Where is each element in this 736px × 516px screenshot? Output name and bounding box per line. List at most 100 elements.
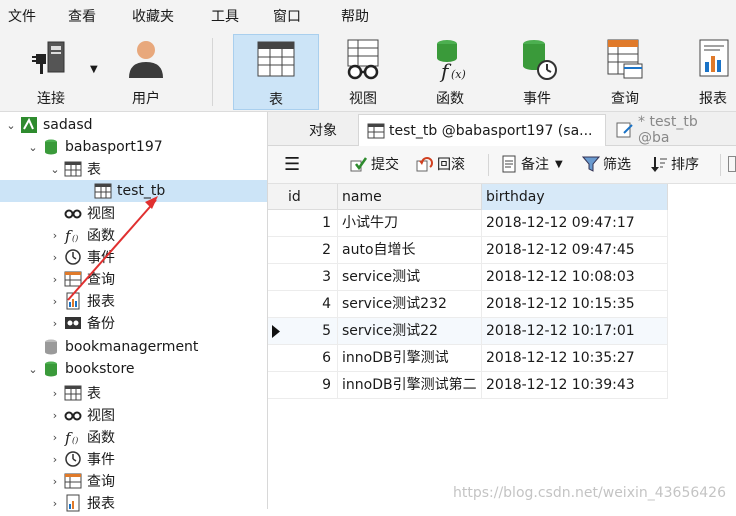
table-icon — [367, 122, 385, 140]
menu-window[interactable]: 窗口 — [273, 6, 301, 26]
tab-table-design[interactable]: * test_tb @ba — [608, 114, 736, 146]
chevron-down-icon[interactable]: ▼ — [555, 159, 563, 170]
svg-text:(x): (x) — [451, 68, 466, 81]
cell-name[interactable]: service测试232 — [338, 291, 482, 318]
report-icon — [690, 36, 736, 82]
query-button[interactable]: 查询 — [582, 34, 668, 110]
notes-button[interactable]: 备注 ▼ — [500, 154, 563, 174]
column-header-birthday[interactable]: birthday — [482, 184, 668, 210]
menu-icon[interactable]: ☰ — [284, 154, 300, 175]
table-row[interactable]: 1 小试牛刀 2018-12-12 09:47:17 — [268, 210, 668, 237]
cell-id[interactable]: 2 — [284, 237, 338, 264]
cell-id[interactable]: 9 — [284, 372, 338, 399]
cell-birthday[interactable]: 2018-12-12 10:08:03 — [482, 264, 668, 291]
tab-active-label: test_tb @babasport197 (sa... — [389, 122, 593, 139]
menu-favorites[interactable]: 收藏夹 — [132, 6, 174, 26]
sort-button[interactable]: 排序 — [650, 154, 699, 174]
query-icon — [602, 36, 648, 82]
sort-icon — [650, 155, 668, 173]
cell-name[interactable]: auto自增长 — [338, 237, 482, 264]
connect-label: 连接 — [37, 91, 65, 107]
tab-table-data[interactable]: test_tb @babasport197 (sa... — [358, 114, 606, 146]
tab-other-label: * test_tb @ba — [638, 114, 698, 146]
column-header-id[interactable]: id — [284, 184, 338, 210]
report-button[interactable]: 报表 — [670, 34, 736, 110]
annotation-arrow — [67, 196, 158, 301]
notes-icon — [500, 155, 518, 173]
user-button[interactable]: 用户 — [103, 34, 189, 110]
filter-icon — [581, 155, 601, 173]
notes-label: 备注 — [521, 157, 549, 173]
editor-tabs: 对象 test_tb @babasport197 (sa... * test_t… — [268, 112, 736, 146]
cell-id[interactable]: 1 — [284, 210, 338, 237]
filter-label: 筛选 — [603, 157, 631, 173]
tab-objects[interactable]: 对象 — [290, 114, 356, 146]
cell-name[interactable]: service测试 — [338, 264, 482, 291]
cell-name[interactable]: innoDB引擎测试 — [338, 345, 482, 372]
cell-birthday[interactable]: 2018-12-12 09:47:17 — [482, 210, 668, 237]
main-toolbar: 连接 ▼ 用户 表 视图 f (x) 函数 事件 查询 报表 — [0, 30, 736, 112]
event-label: 事件 — [523, 91, 551, 107]
design-icon — [616, 121, 634, 139]
commit-icon — [350, 155, 368, 173]
menu-view[interactable]: 查看 — [68, 6, 96, 26]
data-grid[interactable]: id name birthday 1 小试牛刀 2018-12-12 09:47:1… — [268, 184, 736, 509]
table-button[interactable]: 表 — [233, 34, 319, 110]
object-tree: ⌄ sadasd ⌄ babasport197 ⌄ 表 test_tb 视图 › — [0, 112, 268, 512]
table-row[interactable]: 5 service测试22 2018-12-12 10:17:01 — [268, 318, 668, 345]
tab-objects-label: 对象 — [309, 123, 337, 139]
more-icon[interactable] — [728, 156, 736, 172]
cell-birthday[interactable]: 2018-12-12 10:39:43 — [482, 372, 668, 399]
view-icon — [340, 36, 386, 82]
cell-id[interactable]: 4 — [284, 291, 338, 318]
function-button[interactable]: f (x) 函数 — [407, 34, 493, 110]
cell-name[interactable]: service测试22 — [338, 318, 482, 345]
connect-button[interactable]: 连接 — [8, 34, 94, 110]
user-label: 用户 — [132, 91, 160, 107]
table-row[interactable]: 3 service测试 2018-12-12 10:08:03 — [268, 264, 668, 291]
sort-label: 排序 — [671, 157, 699, 173]
function-icon: f (x) — [427, 36, 473, 83]
commit-label: 提交 — [371, 157, 399, 173]
event-icon — [514, 36, 560, 82]
user-icon — [123, 36, 169, 82]
report-label: 报表 — [699, 91, 727, 107]
table-icon — [253, 37, 299, 83]
cell-id[interactable]: 3 — [284, 264, 338, 291]
rollback-icon — [416, 155, 434, 173]
plug-icon — [28, 36, 74, 82]
commit-button[interactable]: 提交 — [350, 154, 399, 174]
cell-birthday[interactable]: 2018-12-12 10:17:01 — [482, 318, 668, 345]
current-row-marker-icon — [268, 318, 284, 345]
query-label: 查询 — [611, 91, 639, 107]
menu-help[interactable]: 帮助 — [341, 6, 369, 26]
table-row[interactable]: 2 auto自增长 2018-12-12 09:47:45 — [268, 237, 668, 264]
view-label: 视图 — [349, 91, 377, 107]
rollback-label: 回滚 — [437, 157, 465, 173]
cell-birthday[interactable]: 2018-12-12 10:15:35 — [482, 291, 668, 318]
menu-bar: 文件 查看 收藏夹 工具 窗口 帮助 — [0, 0, 736, 30]
rollback-button[interactable]: 回滚 — [416, 154, 465, 174]
view-button[interactable]: 视图 — [320, 34, 406, 110]
cell-name[interactable]: innoDB引擎测试第二 — [338, 372, 482, 399]
table-row[interactable]: 6 innoDB引擎测试 2018-12-12 10:35:27 — [268, 345, 668, 372]
grid-header: id name birthday — [268, 184, 668, 210]
table-row[interactable]: 4 service测试232 2018-12-12 10:15:35 — [268, 291, 668, 318]
menu-file[interactable]: 文件 — [8, 6, 36, 26]
cell-name[interactable]: 小试牛刀 — [338, 210, 482, 237]
menu-tools[interactable]: 工具 — [211, 6, 239, 26]
column-header-name[interactable]: name — [338, 184, 482, 210]
cell-birthday[interactable]: 2018-12-12 10:35:27 — [482, 345, 668, 372]
watermark: https://blog.csdn.net/weixin_43656426 — [452, 485, 726, 501]
cell-birthday[interactable]: 2018-12-12 09:47:45 — [482, 237, 668, 264]
table-row[interactable]: 9 innoDB引擎测试第二 2018-12-12 10:39:43 — [268, 372, 668, 399]
table-label: 表 — [269, 92, 283, 108]
filter-button[interactable]: 筛选 — [581, 154, 631, 174]
cell-id[interactable]: 5 — [284, 318, 338, 345]
event-button[interactable]: 事件 — [494, 34, 580, 110]
toolbar-separator — [212, 38, 213, 106]
function-label: 函数 — [436, 91, 464, 107]
cell-id[interactable]: 6 — [284, 345, 338, 372]
chevron-down-icon[interactable]: ▼ — [90, 64, 98, 75]
data-action-bar: ☰ 提交 回滚 备注 ▼ 筛选 排序 — [268, 146, 736, 184]
